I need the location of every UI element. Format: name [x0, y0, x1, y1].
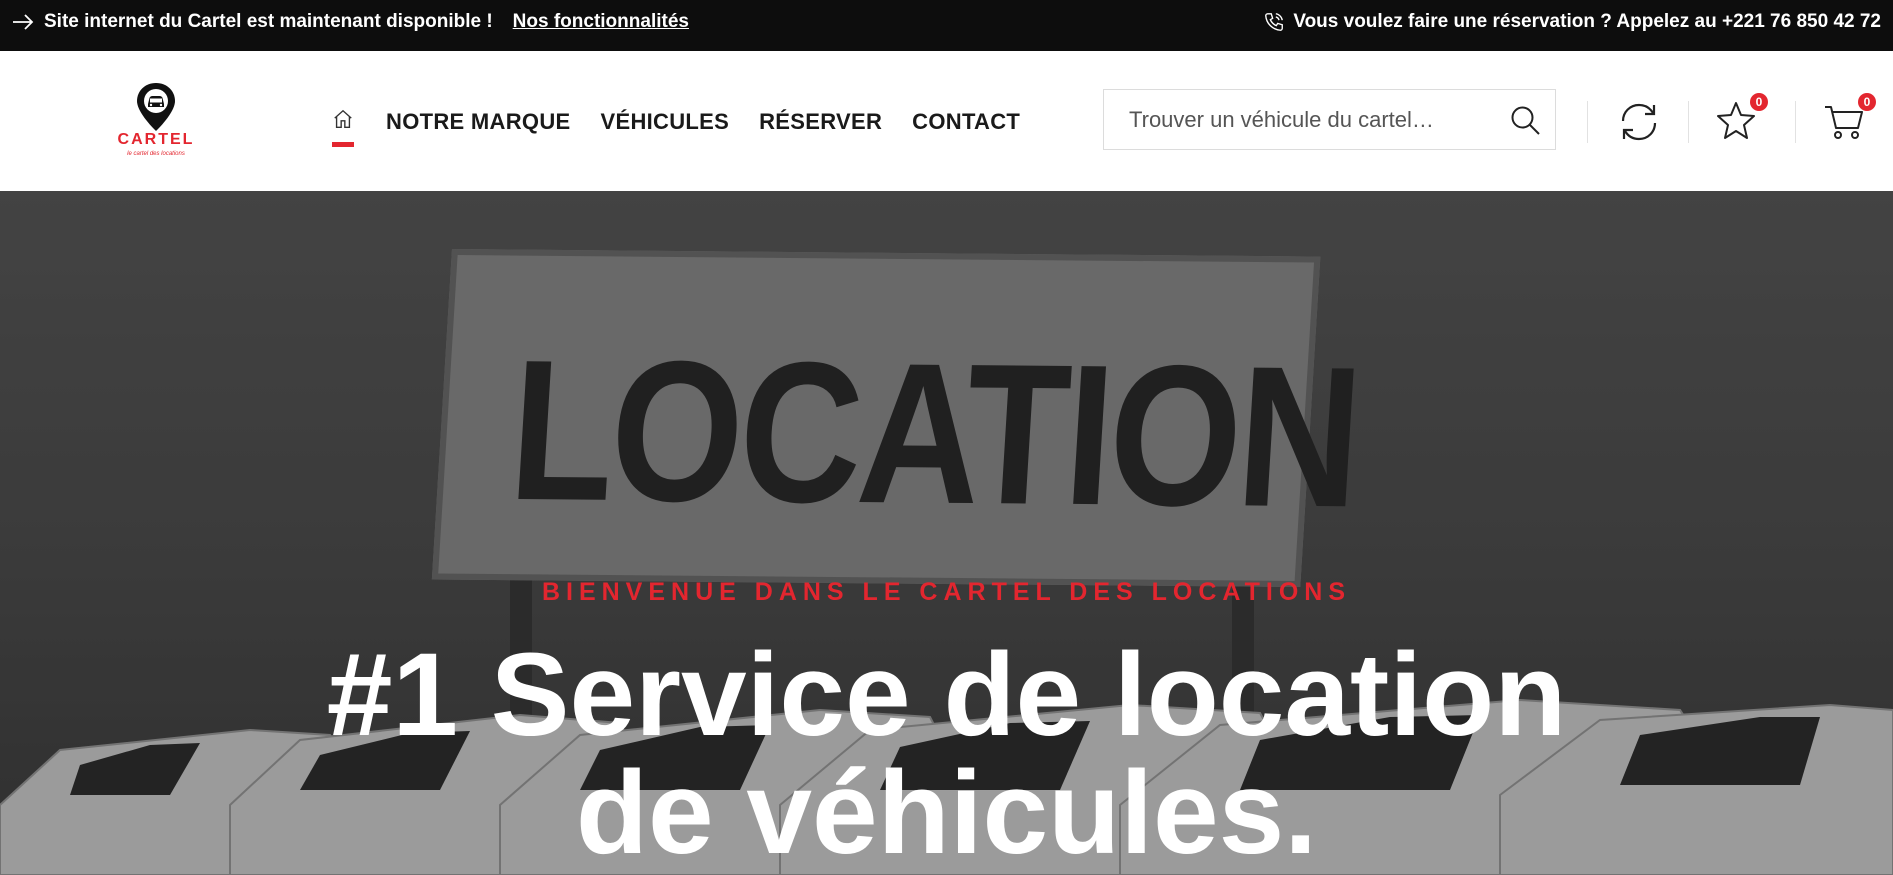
- nav-item-contact[interactable]: CONTACT: [912, 109, 1020, 135]
- announcement-bar: Site internet du Cartel est maintenant d…: [0, 0, 1893, 51]
- logo-pin-icon: [137, 83, 175, 131]
- hero-tagline: BIENVENUE DANS LE CARTEL DES LOCATIONS: [541, 578, 1352, 606]
- wishlist-count-badge: 0: [1750, 93, 1768, 111]
- phone-contact: Vous voulez faire une réservation ? Appe…: [1263, 0, 1881, 44]
- main-navigation: NOTRE MARQUE VÉHICULES RÉSERVER CONTACT: [330, 99, 1050, 147]
- site-logo[interactable]: CARTEL le cartel des locations: [116, 81, 196, 161]
- hero-title-line1: #1 Service de location: [326, 629, 1567, 761]
- divider: [1688, 101, 1689, 143]
- divider: [1795, 101, 1796, 143]
- announcement-text: Site internet du Cartel est maintenant d…: [44, 11, 493, 32]
- logo-tagline: le cartel des locations: [127, 151, 185, 157]
- nav-item-reserver[interactable]: RÉSERVER: [759, 109, 882, 135]
- refresh-icon: [1621, 103, 1657, 141]
- search-box: [1103, 89, 1556, 150]
- wishlist-button[interactable]: 0: [1714, 93, 1768, 145]
- nav-item-vehicules[interactable]: VÉHICULES: [601, 109, 730, 135]
- site-header: CARTEL le cartel des locations NOTRE MAR…: [0, 51, 1893, 191]
- divider: [1587, 101, 1588, 143]
- search-input[interactable]: [1104, 105, 1511, 134]
- active-indicator: [332, 142, 354, 147]
- hero-banner: LOCATION BIENVENUE DANS LE CARTEL DES LO…: [0, 191, 1893, 875]
- nav-item-notre-marque[interactable]: NOTRE MARQUE: [386, 109, 571, 135]
- home-icon: [332, 108, 354, 136]
- cart-count-badge: 0: [1858, 93, 1876, 111]
- features-link[interactable]: Nos fonctionnalités: [513, 11, 689, 33]
- logo-name: CARTEL: [117, 131, 195, 148]
- phone-icon: [1263, 11, 1285, 33]
- arrow-right-icon: [12, 14, 34, 30]
- phone-text: Vous voulez faire une réservation ? Appe…: [1293, 11, 1881, 32]
- announcement-left: Site internet du Cartel est maintenant d…: [12, 0, 689, 44]
- hero-title-line2: de véhicules.: [575, 747, 1318, 875]
- search-icon: [1511, 106, 1540, 135]
- hero-title: #1 Service de location de véhicules.: [0, 636, 1893, 872]
- search-button[interactable]: [1509, 104, 1541, 136]
- compare-button[interactable]: [1616, 99, 1662, 145]
- cart-button[interactable]: 0: [1822, 93, 1876, 145]
- nav-home[interactable]: [330, 99, 356, 147]
